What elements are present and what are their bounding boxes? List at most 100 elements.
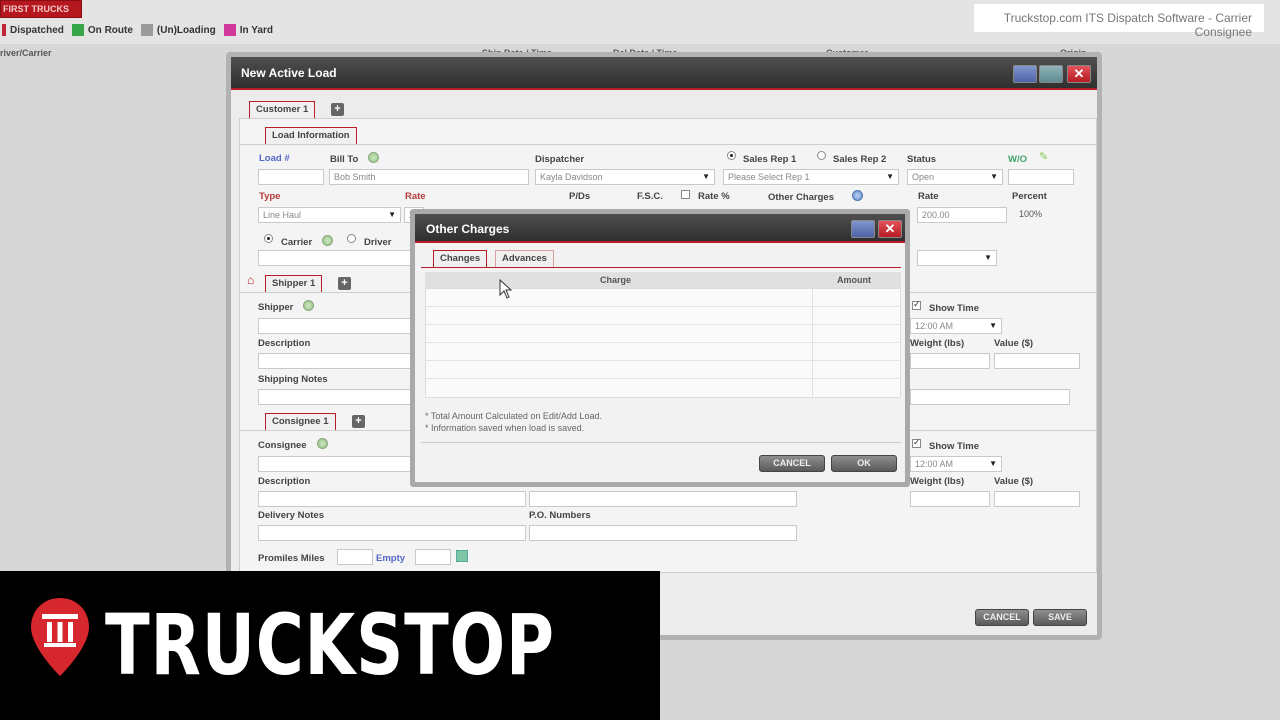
legend-dispatched: Dispatched <box>10 24 64 36</box>
rate-percent-label: Rate % <box>698 191 730 202</box>
status-select[interactable]: Open <box>907 169 1003 185</box>
tab-advances[interactable]: Advances <box>495 250 554 267</box>
note-information-saved: * Information saved when load is saved. <box>425 423 585 433</box>
type-select[interactable]: Line Haul <box>258 207 401 223</box>
rate2-input[interactable]: 200.00 <box>917 207 1007 223</box>
add-shipper-icon[interactable]: + <box>338 277 351 290</box>
legend-on-route: On Route <box>87 24 133 36</box>
empty-input[interactable] <box>415 549 451 565</box>
driver-radio[interactable] <box>347 234 356 243</box>
col-driver-carrier[interactable]: river/Carrier <box>0 48 52 58</box>
tab-shipper-1[interactable]: Shipper 1 <box>265 275 323 292</box>
dispatcher-label: Dispatcher <box>535 154 585 165</box>
table-row[interactable] <box>426 289 900 307</box>
load-number-label: Load # <box>259 153 290 164</box>
value-label: Value ($) <box>994 338 1034 349</box>
tab-load-information[interactable]: Load Information <box>265 127 357 144</box>
ship-time-select[interactable]: 12:00 AM <box>910 318 1002 334</box>
shipping-notes-input[interactable] <box>258 389 418 405</box>
info-icon[interactable] <box>852 190 863 201</box>
modal-close-icon[interactable]: ✕ <box>878 220 902 238</box>
save-button[interactable]: SAVE <box>1033 609 1087 626</box>
tab-underline <box>421 267 901 268</box>
shipper-label: Shipper <box>258 302 294 313</box>
edit-pencil-icon[interactable]: ✎ <box>1039 150 1048 163</box>
tab-consignee-1[interactable]: Consignee 1 <box>265 413 336 430</box>
show-time2-label: Show Time <box>929 441 979 452</box>
carrier-input[interactable] <box>258 250 418 266</box>
col-charge[interactable]: Charge <box>600 275 631 285</box>
show-time-label: Show Time <box>929 303 979 314</box>
sales-rep-select[interactable]: Please Select Rep 1 <box>723 169 899 185</box>
modal-title: Other Charges <box>426 222 510 236</box>
table-row[interactable] <box>426 343 900 361</box>
po-numbers-input[interactable] <box>529 525 797 541</box>
dialog-titlebar[interactable]: New Active Load ✕ <box>231 57 1097 90</box>
value2-input[interactable] <box>994 491 1080 507</box>
status-label: Status <box>907 154 937 165</box>
description2-input[interactable] <box>258 491 526 507</box>
bill-to-add-icon[interactable] <box>368 152 379 163</box>
legend-unloading: (Un)Loading <box>156 24 216 36</box>
cancel-button[interactable]: CANCEL <box>975 609 1029 626</box>
description-input[interactable] <box>258 353 418 369</box>
rate2-label: Rate <box>918 191 939 202</box>
tab-changes[interactable]: Changes <box>433 250 488 267</box>
shipper-add-icon[interactable] <box>303 300 314 311</box>
first-trucks-badge: FIRST TRUCKS <box>0 0 82 18</box>
table-row[interactable] <box>426 325 900 343</box>
close-icon[interactable]: ✕ <box>1067 65 1091 83</box>
maximize-icon[interactable] <box>1039 65 1063 83</box>
dispatcher-select[interactable]: Kayla Davidson <box>535 169 715 185</box>
del-time-select[interactable]: 12:00 AM <box>910 456 1002 472</box>
consignee-label: Consignee <box>258 440 307 451</box>
pd-label: P/Ds <box>569 191 591 202</box>
weight2-input[interactable] <box>910 491 990 507</box>
col-amount[interactable]: Amount <box>837 275 871 285</box>
delivery-notes-input[interactable] <box>258 525 526 541</box>
sales-rep-1-radio[interactable] <box>727 151 736 160</box>
shipper-input[interactable] <box>258 318 418 334</box>
dialog-title: New Active Load <box>241 66 337 80</box>
modal-cancel-button[interactable]: CANCEL <box>759 455 825 472</box>
fsc-label: F.S.C. <box>637 191 663 202</box>
sales-rep-2-radio[interactable] <box>817 151 826 160</box>
weight-input[interactable] <box>910 353 990 369</box>
add-consignee-icon[interactable]: + <box>352 415 365 428</box>
divider <box>421 442 901 443</box>
promiles-input[interactable] <box>337 549 373 565</box>
calculator-icon[interactable] <box>456 550 468 562</box>
weight2-label: Weight (lbs) <box>910 476 965 487</box>
rate-label: Rate <box>405 191 426 202</box>
unloading-swatch <box>140 24 153 36</box>
modal-ok-button[interactable]: OK <box>831 455 897 472</box>
add-customer-icon[interactable]: + <box>331 103 344 116</box>
carrier-radio[interactable] <box>264 234 273 243</box>
modal-minimize-icon[interactable] <box>851 220 875 238</box>
rate-percent-checkbox[interactable] <box>681 190 690 199</box>
modal-titlebar[interactable]: Other Charges ✕ <box>415 214 905 243</box>
show-time-checkbox[interactable] <box>912 299 921 310</box>
charges-grid[interactable] <box>425 288 901 398</box>
other-charges-label[interactable]: Other Charges <box>768 192 834 203</box>
carrier-add-icon[interactable] <box>322 235 333 246</box>
right-select[interactable] <box>917 250 997 266</box>
load-number-input[interactable] <box>258 169 324 185</box>
bill-to-input[interactable]: Bob Smith <box>329 169 529 185</box>
po-numbers-label: P.O. Numbers <box>529 510 591 521</box>
tab-customer-1[interactable]: Customer 1 <box>249 101 316 118</box>
table-row[interactable] <box>426 361 900 379</box>
description2b-input[interactable] <box>529 491 797 507</box>
consignee-input[interactable] <box>258 456 418 472</box>
value2-label: Value ($) <box>994 476 1034 487</box>
shipper-extra-input[interactable] <box>910 389 1070 405</box>
minimize-icon[interactable] <box>1013 65 1037 83</box>
bill-to-label: Bill To <box>330 154 359 165</box>
consignee-add-icon[interactable] <box>317 438 328 449</box>
legend-in-yard: In Yard <box>239 24 273 36</box>
wo-input[interactable] <box>1008 169 1074 185</box>
table-row[interactable] <box>426 307 900 325</box>
value-input[interactable] <box>994 353 1080 369</box>
show-time2-checkbox[interactable] <box>912 437 921 448</box>
truckstop-pin-logo <box>31 598 89 676</box>
